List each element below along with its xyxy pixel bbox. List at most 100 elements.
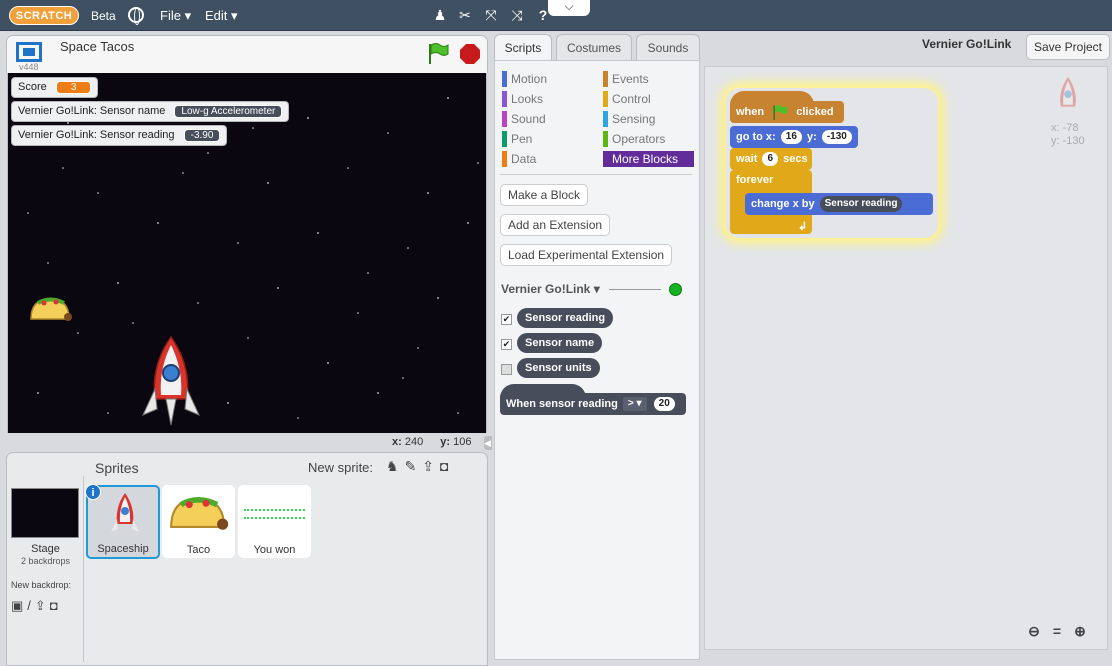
when-flag-clicked-block[interactable]: when clicked [730,101,844,123]
edit-menu-label: Edit [205,8,228,23]
spaceship-sprite[interactable] [141,335,201,427]
sensor-name-label: Vernier Go!Link: Sensor name [18,105,166,117]
cut-icon[interactable]: ✂ [456,7,474,24]
zoom-in-icon[interactable]: ⊕ [1071,622,1089,640]
make-block-button[interactable]: Make a Block [500,184,589,206]
new-sprite-tools: ♞✎⇪◘ [386,458,455,475]
when-label: when [736,106,765,118]
backdrop-count: 2 backdrops [20,556,71,566]
sprite-name: Spaceship [97,543,149,555]
sensor-name-checkbox[interactable]: ✔ [501,339,512,350]
save-project-button[interactable]: Save Project [1026,34,1110,60]
duplicate-icon[interactable]: ♟ [431,7,449,24]
clicked-label: clicked [796,106,834,118]
sprites-title: Sprites [95,460,139,476]
goto-y-label: y: [806,131,817,143]
category-sound[interactable]: Sound [502,111,546,127]
version-label: v448 [19,62,39,72]
camera-icon[interactable]: ◘ [440,458,454,474]
fullscreen-icon[interactable] [16,42,42,62]
when-sensor-reading-block[interactable]: When sensor reading > ▾ 20 [500,393,686,415]
hat-label: When sensor reading [506,398,618,410]
stage-thumbnail[interactable] [11,488,79,538]
go-to-xy-block[interactable]: go to x: 16 y: -130 [730,126,858,148]
spaceship-thumb [111,493,139,532]
stage-label: Stage [31,543,60,555]
taco-sprite[interactable] [28,295,74,323]
connection-status-icon [669,283,682,296]
zoom-reset-icon[interactable]: = [1048,622,1066,640]
paint-brush-icon[interactable]: ✎ [405,458,423,474]
operator-value: > [627,398,634,410]
project-owner: Vernier Go!Link [922,37,1012,51]
load-experimental-extension-button[interactable]: Load Experimental Extension [500,244,673,266]
add-extension-button[interactable]: Add an Extension [500,214,611,236]
change-x-by-block[interactable]: change x by Sensor reading [745,193,933,215]
score-label: Score [18,81,47,93]
threshold-input[interactable]: 20 [653,397,675,412]
new-backdrop-tools: ▣/⇪◘ [11,598,62,614]
y-coord-value: 106 [453,436,472,448]
tab-sounds[interactable]: Sounds [636,34,700,61]
green-flag-icon[interactable] [426,42,450,64]
sensor-reading-block[interactable]: Sensor reading [517,308,614,328]
loop-arrow-icon: ↲ [798,221,808,233]
sprite-library-icon[interactable]: ♞ [386,458,405,474]
y-coord-label: y: [440,436,451,448]
info-icon[interactable]: i [85,484,101,500]
goto-x-input[interactable]: 16 [780,130,802,145]
paint-image-icon[interactable]: ▣ [11,598,27,613]
zoom-out-icon[interactable]: ⊖ [1025,622,1043,640]
goto-y-input[interactable]: -130 [821,130,852,145]
score-monitor[interactable]: Score 3 [11,77,99,98]
language-globe-icon[interactable] [128,7,144,25]
category-pen[interactable]: Pen [502,131,532,147]
sprite-y-readout: y: -130 [1051,135,1085,147]
paint-brush-icon[interactable]: / [27,598,35,613]
sensor-reading-value: -3.90 [183,129,221,142]
collapse-stage-handle[interactable]: ◀ [484,436,492,450]
sensor-reading-monitor[interactable]: Vernier Go!Link: Sensor reading -3.90 [11,125,228,146]
change-label: change x by [751,198,815,210]
sensor-units-checkbox[interactable] [501,364,512,375]
grow-icon[interactable]: ⤧ [482,7,500,24]
scratch-logo[interactable]: SCRATCH [9,6,79,25]
sensor-name-monitor[interactable]: Vernier Go!Link: Sensor name Low-g Accel… [11,101,290,122]
sensor-name-block[interactable]: Sensor name [517,333,603,353]
category-operators[interactable]: Operators [603,131,665,147]
file-menu[interactable]: File ▾ [160,8,191,24]
extension-header[interactable]: Vernier Go!Link ▾ [501,282,600,296]
mouse-coordinates: x: 240 y: 106 [392,436,471,448]
wait-secs-label: secs [783,153,808,165]
category-data[interactable]: Data [502,151,536,167]
stop-sign-icon[interactable] [460,44,480,64]
camera-icon[interactable]: ◘ [50,598,62,613]
upload-icon[interactable]: ⇪ [422,458,440,474]
sprite-card-you-won[interactable]: You won [238,485,311,558]
category-motion[interactable]: Motion [502,71,547,87]
wait-input[interactable]: 6 [762,152,779,167]
project-title[interactable]: Space Tacos [60,39,134,54]
wait-block[interactable]: wait 6 secs [730,148,812,170]
category-control[interactable]: Control [603,91,651,107]
file-menu-label: File [160,8,181,23]
sensor-units-block[interactable]: Sensor units [517,358,600,378]
shrink-icon[interactable]: ⤨ [508,7,526,24]
category-sensing[interactable]: Sensing [603,111,655,127]
tab-scripts[interactable]: Scripts [494,34,552,61]
sprite-card-taco[interactable]: Taco [162,485,235,558]
category-looks[interactable]: Looks [502,91,543,107]
green-flag-icon [773,105,788,121]
change-value-reporter[interactable]: Sensor reading [819,196,903,213]
new-backdrop-label: New backdrop: [11,580,72,590]
edit-menu[interactable]: Edit ▾ [205,8,238,24]
chevron-down-icon[interactable]: ⌵ [548,0,590,16]
sprite-preview-icon [1054,76,1082,115]
operator-dropdown[interactable]: > ▾ [622,397,647,412]
stage-canvas[interactable]: Score 3 Vernier Go!Link: Sensor name Low… [7,73,487,433]
sensor-reading-checkbox[interactable]: ✔ [501,314,512,325]
category-more-blocks[interactable]: More Blocks [603,151,694,167]
category-events[interactable]: Events [603,71,649,87]
tab-costumes[interactable]: Costumes [556,34,632,61]
upload-icon[interactable]: ⇪ [35,598,50,613]
